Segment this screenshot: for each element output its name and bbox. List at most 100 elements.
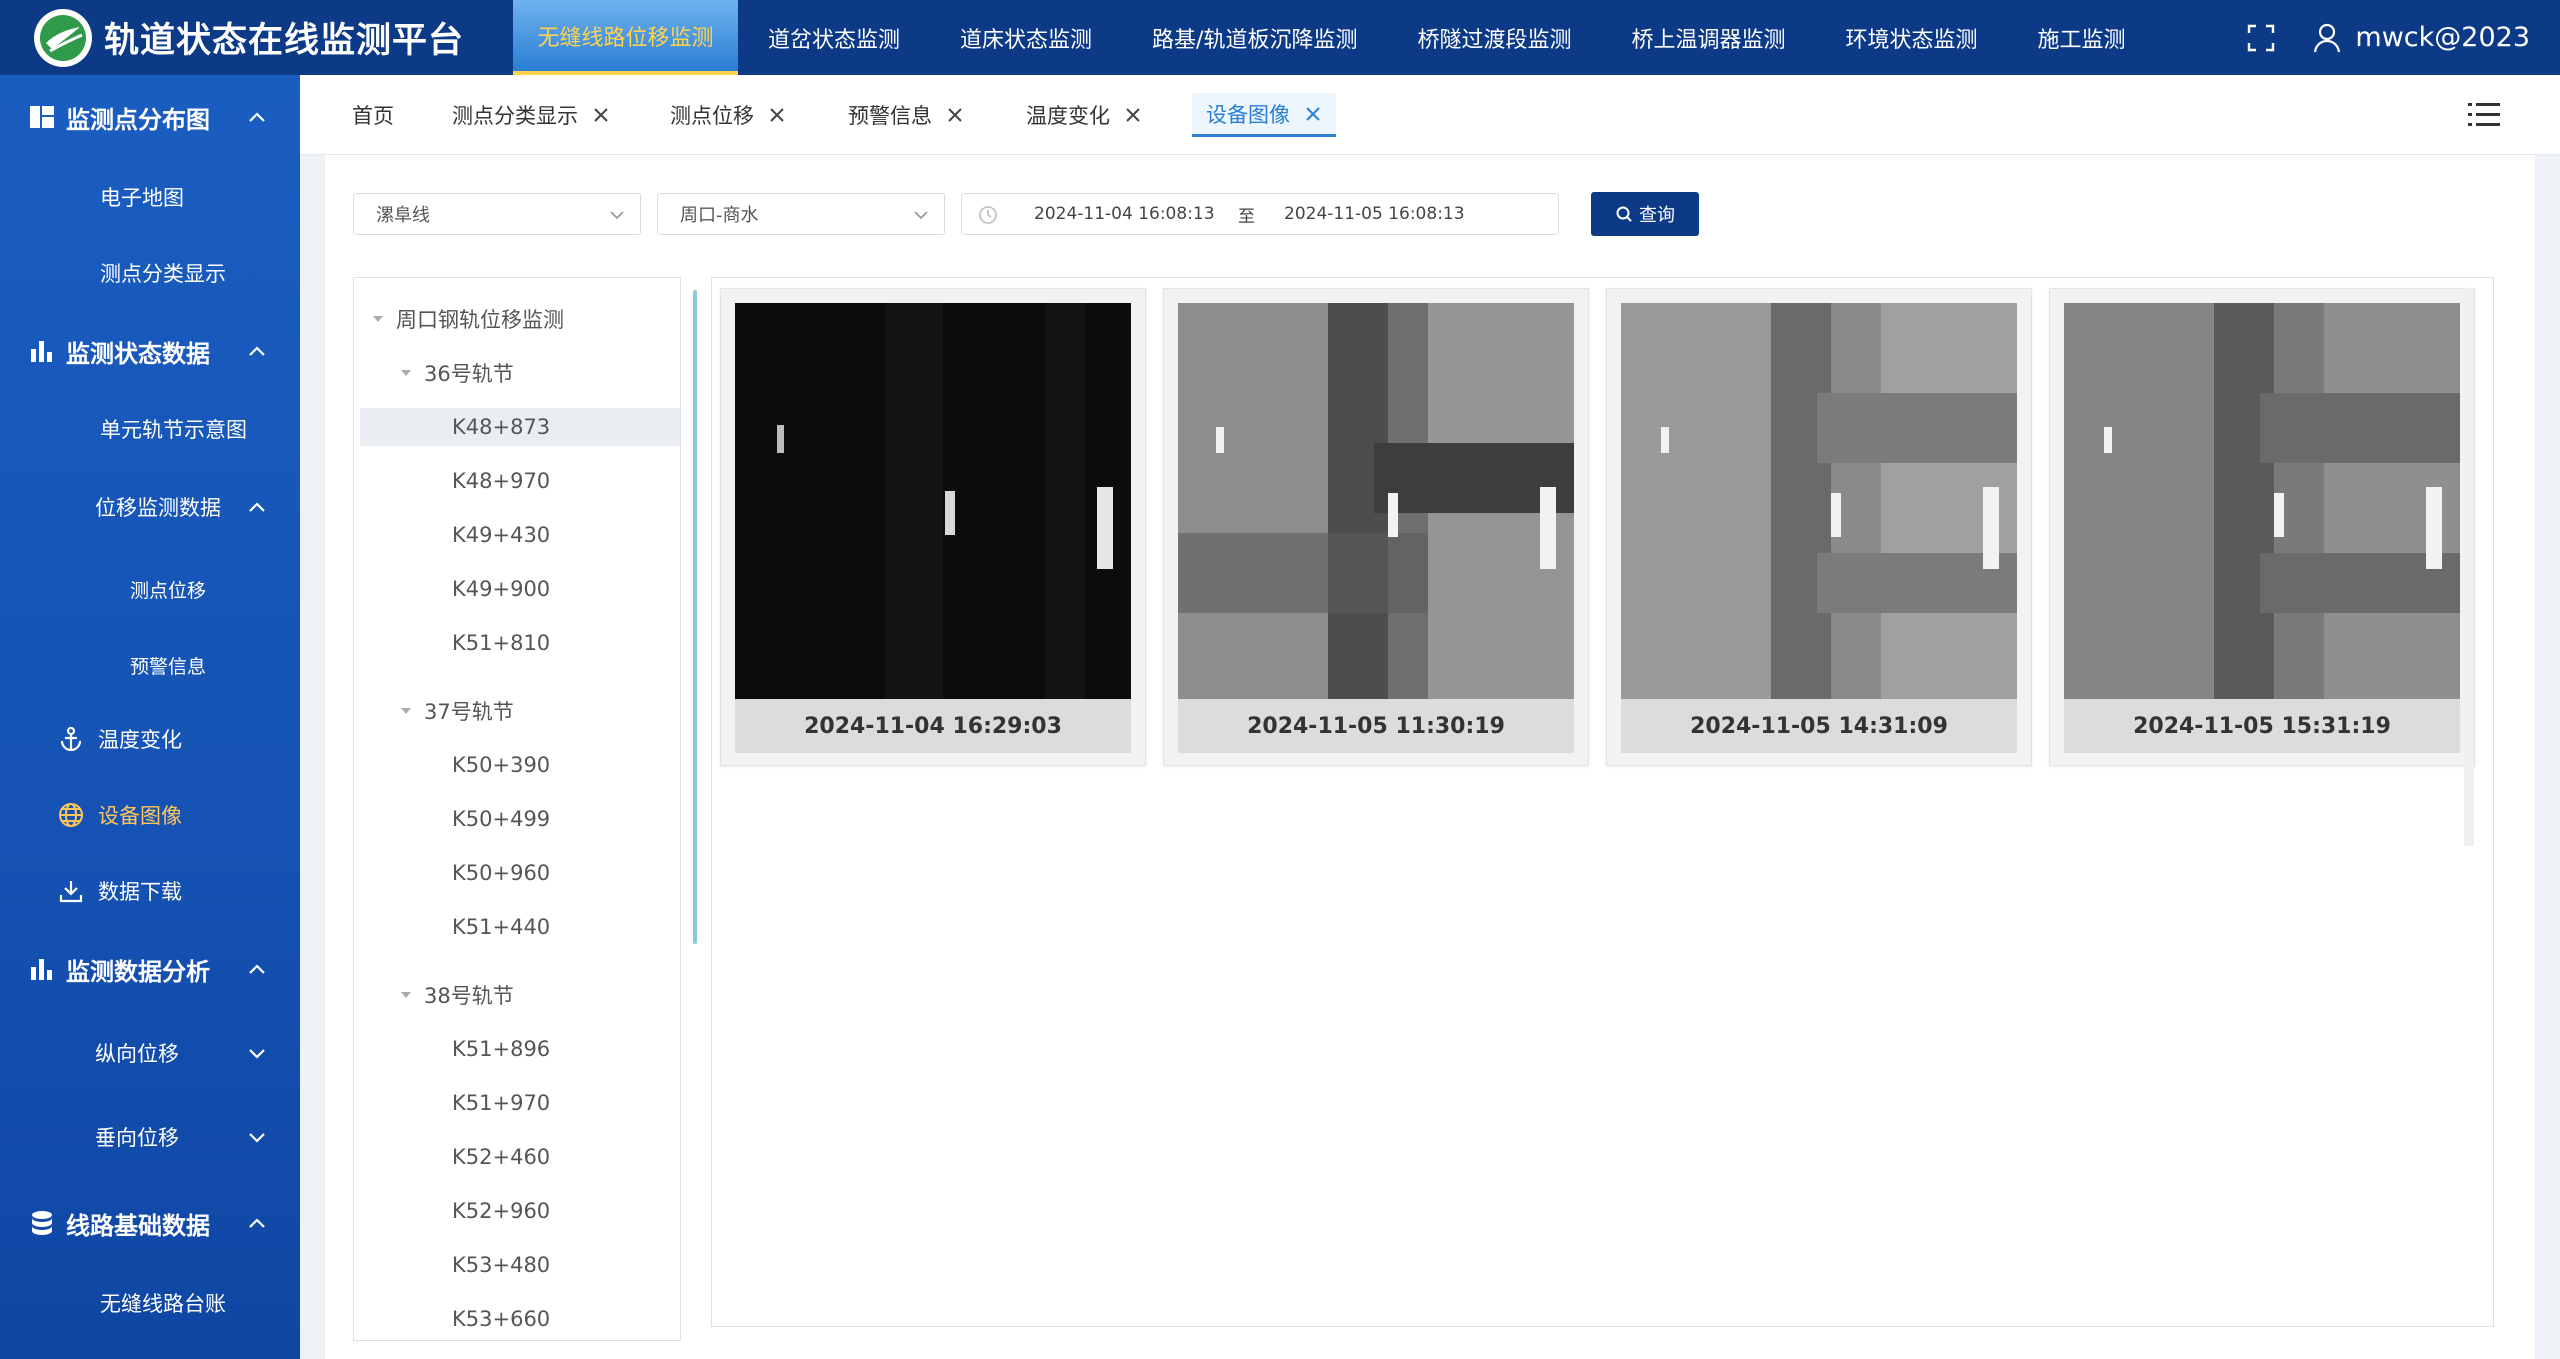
tree-item[interactable]: K49+430 (354, 516, 680, 554)
top-nav: 无缝线路位移监测 道岔状态监测 道床状态监测 路基/轨道板沉降监测 桥隧过渡段监… (513, 0, 2156, 75)
tree-group-36[interactable]: 36号轨节 (354, 354, 680, 392)
topnav-construction[interactable]: 施工监测 (2008, 0, 2156, 75)
date-start[interactable]: 2024-11-04 16:08:13 (1034, 204, 1215, 224)
caret-down-icon (401, 992, 411, 998)
monitoring-point-tree: 周口钢轨位移监测 36号轨节 K48+873 K48+970 K49+430 K… (353, 277, 681, 1341)
download-icon (58, 878, 84, 904)
chevron-up-icon (249, 346, 265, 356)
sidebar-group-basic-data[interactable]: 线路基础数据 (0, 1203, 300, 1243)
dashboard-icon (28, 103, 56, 131)
tree-item[interactable]: K51+440 (354, 908, 680, 946)
tab-temperature[interactable]: 温度变化 (1026, 93, 1142, 137)
sidebar-item-emap[interactable]: 电子地图 (0, 177, 300, 217)
topnav-turnout[interactable]: 道岔状态监测 (738, 0, 930, 75)
sidebar-item-longitudinal[interactable]: 纵向位移 (0, 1033, 300, 1073)
sidebar-item-ledger[interactable]: 无缝线路台账 (0, 1283, 300, 1323)
tree-item[interactable]: K50+960 (354, 854, 680, 892)
tab-home[interactable]: 首页 (352, 93, 394, 137)
database-icon (28, 1209, 56, 1237)
topnav-trackbed[interactable]: 道床状态监测 (930, 0, 1122, 75)
sidebar-group-status[interactable]: 监测状态数据 (0, 331, 300, 371)
chevron-up-icon (249, 1218, 265, 1228)
image-card[interactable]: 2024-11-05 14:31:09 (1606, 288, 2032, 766)
device-image[interactable] (2064, 303, 2460, 699)
sidebar: 监测点分布图 电子地图 测点分类显示 监测状态数据 单元轨节示意图 位移监测数据… (0, 75, 300, 1359)
sidebar-group-analysis[interactable]: 监测数据分析 (0, 949, 300, 989)
sidebar-item-warning[interactable]: 预警信息 (0, 645, 300, 685)
tabs-bar: 首页 测点分类显示 测点位移 预警信息 温度变化 设备图像 (300, 75, 2560, 155)
query-button[interactable]: 查询 (1591, 192, 1699, 236)
tree-scrollbar[interactable] (693, 290, 697, 944)
sidebar-item-displacement-data[interactable]: 位移监测数据 (0, 487, 300, 527)
gallery-scrollbar[interactable] (2464, 288, 2474, 846)
caret-down-icon (373, 316, 383, 322)
tree-group-38[interactable]: 38号轨节 (354, 976, 680, 1014)
close-icon[interactable] (1304, 105, 1322, 123)
sidebar-item-unit-rail[interactable]: 单元轨节示意图 (0, 409, 300, 449)
sidebar-item-temperature[interactable]: 温度变化 (0, 719, 300, 759)
fullscreen-icon[interactable] (2247, 24, 2275, 52)
tab-device-image[interactable]: 设备图像 (1192, 93, 1336, 137)
bar-chart-icon (28, 955, 56, 983)
menu-icon[interactable] (2468, 101, 2500, 129)
device-image[interactable] (735, 303, 1131, 699)
section-select[interactable]: 周口-商水 (657, 193, 945, 235)
tree-group-37[interactable]: 37号轨节 (354, 692, 680, 730)
user-icon[interactable] (2313, 23, 2341, 53)
tree-item[interactable]: K51+810 (354, 624, 680, 662)
tree-item[interactable]: K48+970 (354, 462, 680, 500)
topnav-environment[interactable]: 环境状态监测 (1815, 0, 2007, 75)
tree-item[interactable]: K51+896 (354, 1030, 680, 1068)
image-card[interactable]: 2024-11-05 15:31:19 (2049, 288, 2475, 766)
chevron-up-icon (249, 112, 265, 122)
device-image[interactable] (1621, 303, 2017, 699)
sidebar-item-point-category[interactable]: 测点分类显示 (0, 253, 300, 293)
topnav-bridge-tunnel[interactable]: 桥隧过渡段监测 (1387, 0, 1601, 75)
device-image[interactable] (1178, 303, 1574, 699)
sidebar-item-device-image[interactable]: 设备图像 (0, 795, 300, 835)
close-icon[interactable] (768, 106, 786, 124)
sidebar-item-point-displacement[interactable]: 测点位移 (0, 569, 300, 609)
clock-icon (979, 206, 997, 224)
image-card[interactable]: 2024-11-05 11:30:19 (1163, 288, 1589, 766)
topnav-subgrade[interactable]: 路基/轨道板沉降监测 (1122, 0, 1387, 75)
close-icon[interactable] (946, 106, 964, 124)
search-icon (1616, 206, 1632, 222)
caret-down-icon (401, 370, 411, 376)
close-icon[interactable] (1124, 106, 1142, 124)
sidebar-item-download[interactable]: 数据下载 (0, 871, 300, 911)
platform-logo-icon (34, 8, 92, 67)
username[interactable]: mwck@2023 (2355, 22, 2530, 53)
bar-chart-icon (28, 337, 56, 365)
date-end[interactable]: 2024-11-05 16:08:13 (1284, 204, 1465, 224)
chevron-down-icon (610, 211, 624, 220)
image-timestamp: 2024-11-05 14:31:09 (1621, 699, 2017, 753)
image-timestamp: 2024-11-05 15:31:19 (2064, 699, 2460, 753)
tree-item[interactable]: K50+499 (354, 800, 680, 838)
anchor-icon (58, 726, 84, 752)
tab-point-displacement[interactable]: 测点位移 (670, 93, 786, 137)
topnav-cwr-displacement[interactable]: 无缝线路位移监测 (513, 0, 738, 75)
tree-item[interactable]: K53+480 (354, 1246, 680, 1284)
tree-item[interactable]: K53+660 (354, 1300, 680, 1338)
image-timestamp: 2024-11-04 16:29:03 (735, 699, 1131, 753)
tree-item[interactable]: K51+970 (354, 1084, 680, 1122)
tab-point-category[interactable]: 测点分类显示 (452, 93, 610, 137)
tree-item[interactable]: K49+900 (354, 570, 680, 608)
image-card[interactable]: 2024-11-04 16:29:03 (720, 288, 1146, 766)
sidebar-item-vertical[interactable]: 垂向位移 (0, 1117, 300, 1157)
topnav-rail-expansion[interactable]: 桥上温调器监测 (1601, 0, 1815, 75)
sidebar-group-distribution[interactable]: 监测点分布图 (0, 97, 300, 137)
tree-item[interactable]: K50+390 (354, 746, 680, 784)
tree-item[interactable]: K52+460 (354, 1138, 680, 1176)
tree-item[interactable]: K52+960 (354, 1192, 680, 1230)
line-select[interactable]: 漯阜线 (353, 193, 641, 235)
tree-item[interactable]: K48+873 (360, 408, 680, 446)
tree-root[interactable]: 周口钢轨位移监测 (354, 300, 680, 338)
chevron-down-icon (249, 1049, 265, 1059)
top-header: 轨道状态在线监测平台 无缝线路位移监测 道岔状态监测 道床状态监测 路基/轨道板… (0, 0, 2560, 75)
close-icon[interactable] (592, 106, 610, 124)
tab-warning[interactable]: 预警信息 (848, 93, 964, 137)
logo: 轨道状态在线监测平台 (0, 0, 513, 75)
date-range-picker[interactable]: 2024-11-04 16:08:13 至 2024-11-05 16:08:1… (961, 193, 1559, 235)
